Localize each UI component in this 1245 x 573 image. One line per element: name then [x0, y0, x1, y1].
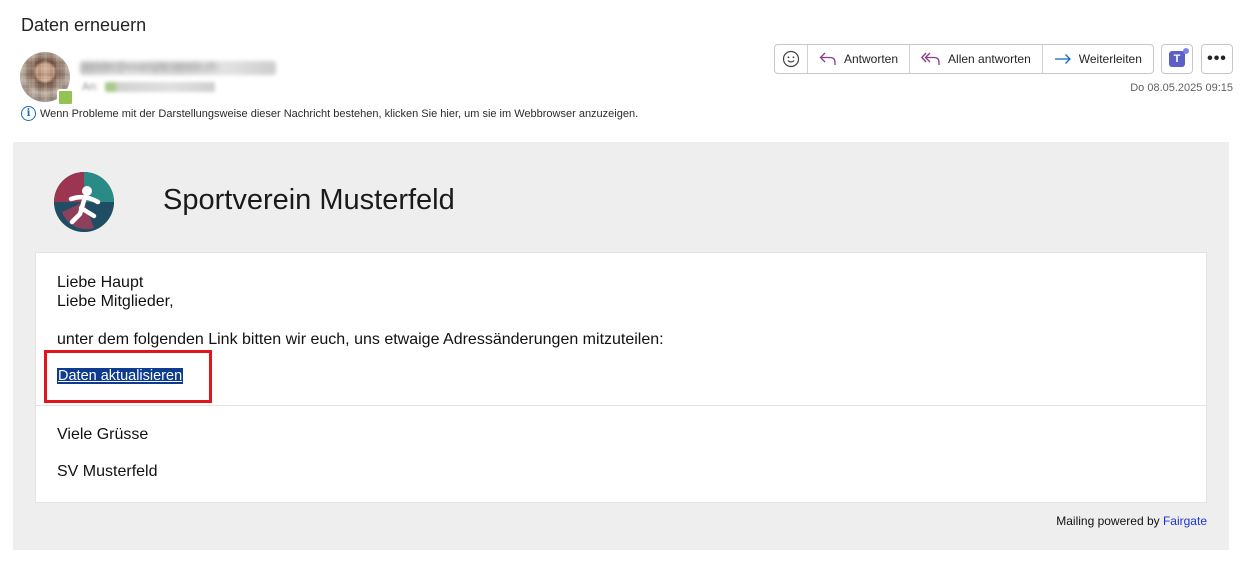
- display-info-bar[interactable]: i Wenn Probleme mit der Darstellungsweis…: [21, 106, 638, 121]
- recipient-redacted[interactable]: [105, 82, 215, 92]
- powered-by-text: Mailing powered by: [1056, 514, 1160, 528]
- smiley-icon: [782, 50, 800, 68]
- reaction-button[interactable]: [775, 45, 807, 73]
- reply-icon: [819, 52, 837, 66]
- presence-status-icon: [57, 89, 74, 106]
- forward-button[interactable]: Weiterleiten: [1041, 45, 1153, 73]
- powered-by-footer: Mailing powered by Fairgate: [1056, 514, 1207, 528]
- recipient-label: An:: [82, 81, 99, 93]
- greeting-line-1: Liebe Haupt: [57, 274, 144, 291]
- organization-name: Sportverein Musterfeld: [163, 184, 455, 216]
- reply-all-button[interactable]: Allen antworten: [909, 45, 1042, 73]
- received-date: Do 08.05.2025 09:15: [1130, 82, 1233, 94]
- display-info-text[interactable]: Wenn Probleme mit der Darstellungsweise …: [40, 108, 638, 120]
- update-data-link[interactable]: Daten aktualisieren: [57, 368, 184, 384]
- email-body: Sportverein Musterfeld Liebe Haupt Liebe…: [13, 142, 1229, 550]
- sender-name[interactable]: sender@example-verein.ch: [82, 61, 217, 73]
- greeting-line-2: Liebe Mitglieder,: [57, 293, 174, 310]
- reply-all-label: Allen antworten: [948, 52, 1031, 66]
- more-actions-button[interactable]: •••: [1201, 44, 1233, 74]
- signature-text: SV Musterfeld: [57, 463, 158, 480]
- reply-label: Antworten: [844, 52, 899, 66]
- teams-icon: T: [1169, 48, 1189, 67]
- message-action-toolbar: Antworten Allen antworten Weiterleiten: [774, 44, 1154, 74]
- reply-all-icon: [921, 52, 941, 66]
- forward-arrow-icon: [1054, 52, 1072, 66]
- fairgate-link[interactable]: Fairgate: [1163, 514, 1207, 528]
- email-subject: Daten erneuern: [21, 15, 147, 35]
- closing-text: Viele Grüsse: [57, 426, 149, 443]
- teams-button[interactable]: T: [1161, 44, 1193, 74]
- message-card: Liebe Haupt Liebe Mitglieder, unter dem …: [35, 252, 1207, 503]
- divider: [36, 405, 1206, 406]
- club-logo: [54, 172, 114, 232]
- forward-label: Weiterleiten: [1078, 52, 1142, 66]
- info-icon: i: [21, 106, 36, 121]
- intro-text: unter dem folgenden Link bitten wir euch…: [57, 331, 664, 348]
- reply-button[interactable]: Antworten: [807, 45, 909, 73]
